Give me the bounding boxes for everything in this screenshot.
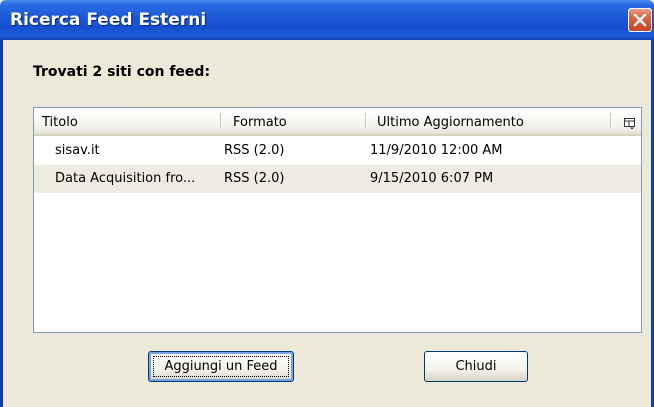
close-button[interactable]: Chiudi <box>424 351 528 382</box>
close-icon <box>633 13 647 27</box>
row-title: Data Acquisition fro... <box>55 171 196 186</box>
row-updated: 9/15/2010 6:07 PM <box>370 171 494 186</box>
focus-ring <box>153 356 289 377</box>
row-format: RSS (2.0) <box>224 171 285 186</box>
column-picker-button[interactable] <box>624 115 635 134</box>
row-updated: 11/9/2010 12:00 AM <box>370 143 503 158</box>
feed-list[interactable]: Titolo Formato Ultimo Aggiornamento sisa… <box>33 107 642 333</box>
title-bar[interactable]: Ricerca Feed Esterni <box>0 0 654 40</box>
column-separator[interactable] <box>365 113 366 129</box>
window-title: Ricerca Feed Esterni <box>10 10 207 30</box>
table-row[interactable]: Data Acquisition fro... RSS (2.0) 9/15/2… <box>34 165 641 193</box>
close-label: Chiudi <box>455 359 497 374</box>
column-separator[interactable] <box>610 113 611 129</box>
column-separator[interactable] <box>220 113 221 129</box>
column-header-format[interactable]: Formato <box>233 115 287 130</box>
column-picker-icon <box>624 118 635 130</box>
add-feed-button[interactable]: Aggiungi un Feed <box>148 351 294 382</box>
row-format: RSS (2.0) <box>224 143 285 158</box>
found-sites-label: Trovati 2 siti con feed: <box>33 64 211 80</box>
close-window-button[interactable] <box>628 8 652 32</box>
list-column-header: Titolo Formato Ultimo Aggiornamento <box>34 108 641 136</box>
row-title: sisav.it <box>55 143 100 158</box>
column-header-updated[interactable]: Ultimo Aggiornamento <box>377 115 524 130</box>
table-row[interactable]: sisav.it RSS (2.0) 11/9/2010 12:00 AM <box>34 137 641 165</box>
column-header-title[interactable]: Titolo <box>42 115 78 130</box>
